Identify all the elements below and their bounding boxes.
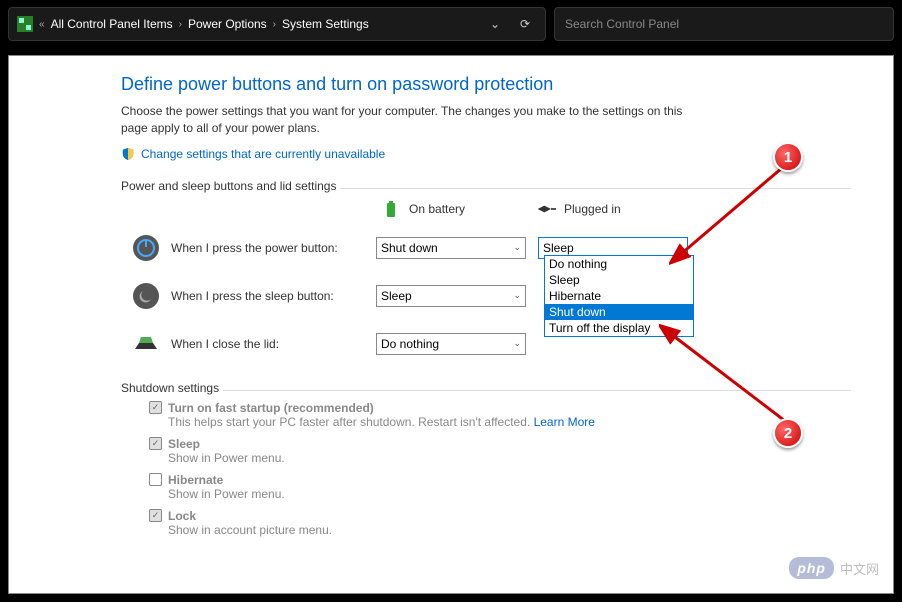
learn-more-link[interactable]: Learn More (534, 415, 595, 429)
breadcrumb-item[interactable]: Power Options (188, 17, 267, 31)
shutdown-section-label: Shutdown settings (121, 381, 223, 395)
watermark: php 中文网 (789, 557, 879, 579)
sleep-title: Sleep (168, 437, 285, 451)
annotation-marker-2: 2 (773, 418, 803, 448)
sleep-description: Show in Power menu. (168, 451, 285, 465)
breadcrumb-item[interactable]: All Control Panel Items (51, 17, 173, 31)
dropdown-option[interactable]: Hibernate (545, 288, 693, 304)
fast-startup-title: Turn on fast startup (recommended) (168, 401, 595, 415)
dropdown-list: Do nothing Sleep Hibernate Shut down Tur… (544, 255, 694, 337)
watermark-badge: php (789, 557, 834, 579)
breadcrumb-back-chevron-icon[interactable]: « (39, 19, 45, 30)
change-settings-link[interactable]: Change settings that are currently unava… (141, 147, 385, 161)
fast-startup-checkbox[interactable] (149, 401, 162, 414)
lid-icon (131, 329, 161, 359)
hibernate-description: Show in Power menu. (168, 487, 285, 501)
breadcrumb[interactable]: « All Control Panel Items › Power Option… (8, 7, 546, 41)
sleep-button-icon (131, 281, 161, 311)
lock-checkbox[interactable] (149, 509, 162, 522)
page-title: Define power buttons and turn on passwor… (121, 74, 851, 95)
chevron-right-icon: › (179, 19, 182, 30)
select-value: Shut down (381, 241, 438, 255)
select-value: Do nothing (381, 337, 439, 351)
control-panel-icon (17, 16, 33, 32)
hibernate-checkbox[interactable] (149, 473, 162, 486)
lid-battery-select[interactable]: Do nothing ⌄ (376, 333, 526, 355)
dropdown-option-selected[interactable]: Shut down (545, 304, 693, 320)
lid-label: When I close the lid: (171, 337, 376, 351)
lock-title: Lock (168, 509, 332, 523)
divider (121, 390, 851, 391)
sleep-checkbox[interactable] (149, 437, 162, 450)
page-description: Choose the power settings that you want … (121, 103, 691, 137)
search-placeholder: Search Control Panel (565, 17, 679, 31)
chevron-right-icon: › (273, 19, 276, 30)
battery-icon (381, 199, 401, 219)
power-button-icon (131, 233, 161, 263)
power-button-label: When I press the power button: (171, 241, 376, 255)
plugged-in-label: Plugged in (564, 202, 621, 216)
dropdown-option[interactable]: Sleep (545, 272, 693, 288)
power-buttons-section-label: Power and sleep buttons and lid settings (121, 179, 340, 193)
chevron-down-icon: ⌄ (675, 242, 683, 253)
shield-icon (121, 147, 135, 161)
settings-page: Define power buttons and turn on passwor… (8, 55, 894, 594)
hibernate-title: Hibernate (168, 473, 285, 487)
chevron-down-icon: ⌄ (513, 242, 521, 253)
fast-startup-description: This helps start your PC faster after sh… (168, 415, 534, 429)
plug-icon (536, 199, 556, 219)
annotation-marker-1: 1 (773, 142, 803, 172)
search-input[interactable]: Search Control Panel (554, 7, 894, 41)
sleep-button-battery-select[interactable]: Sleep ⌄ (376, 285, 526, 307)
select-value: Sleep (543, 241, 574, 255)
on-battery-label: On battery (409, 202, 465, 216)
chevron-down-icon: ⌄ (513, 290, 521, 301)
dropdown-option[interactable]: Do nothing (545, 256, 693, 272)
sleep-button-label: When I press the sleep button: (171, 289, 376, 303)
breadcrumb-item[interactable]: System Settings (282, 17, 369, 31)
power-button-battery-select[interactable]: Shut down ⌄ (376, 237, 526, 259)
watermark-text: 中文网 (840, 559, 879, 578)
lock-description: Show in account picture menu. (168, 523, 332, 537)
refresh-icon[interactable]: ⟳ (513, 12, 537, 36)
dropdown-option[interactable]: Turn off the display (545, 320, 693, 336)
chevron-down-icon: ⌄ (513, 338, 521, 349)
dropdown-chevron-icon[interactable]: ⌄ (483, 12, 507, 36)
select-value: Sleep (381, 289, 412, 303)
